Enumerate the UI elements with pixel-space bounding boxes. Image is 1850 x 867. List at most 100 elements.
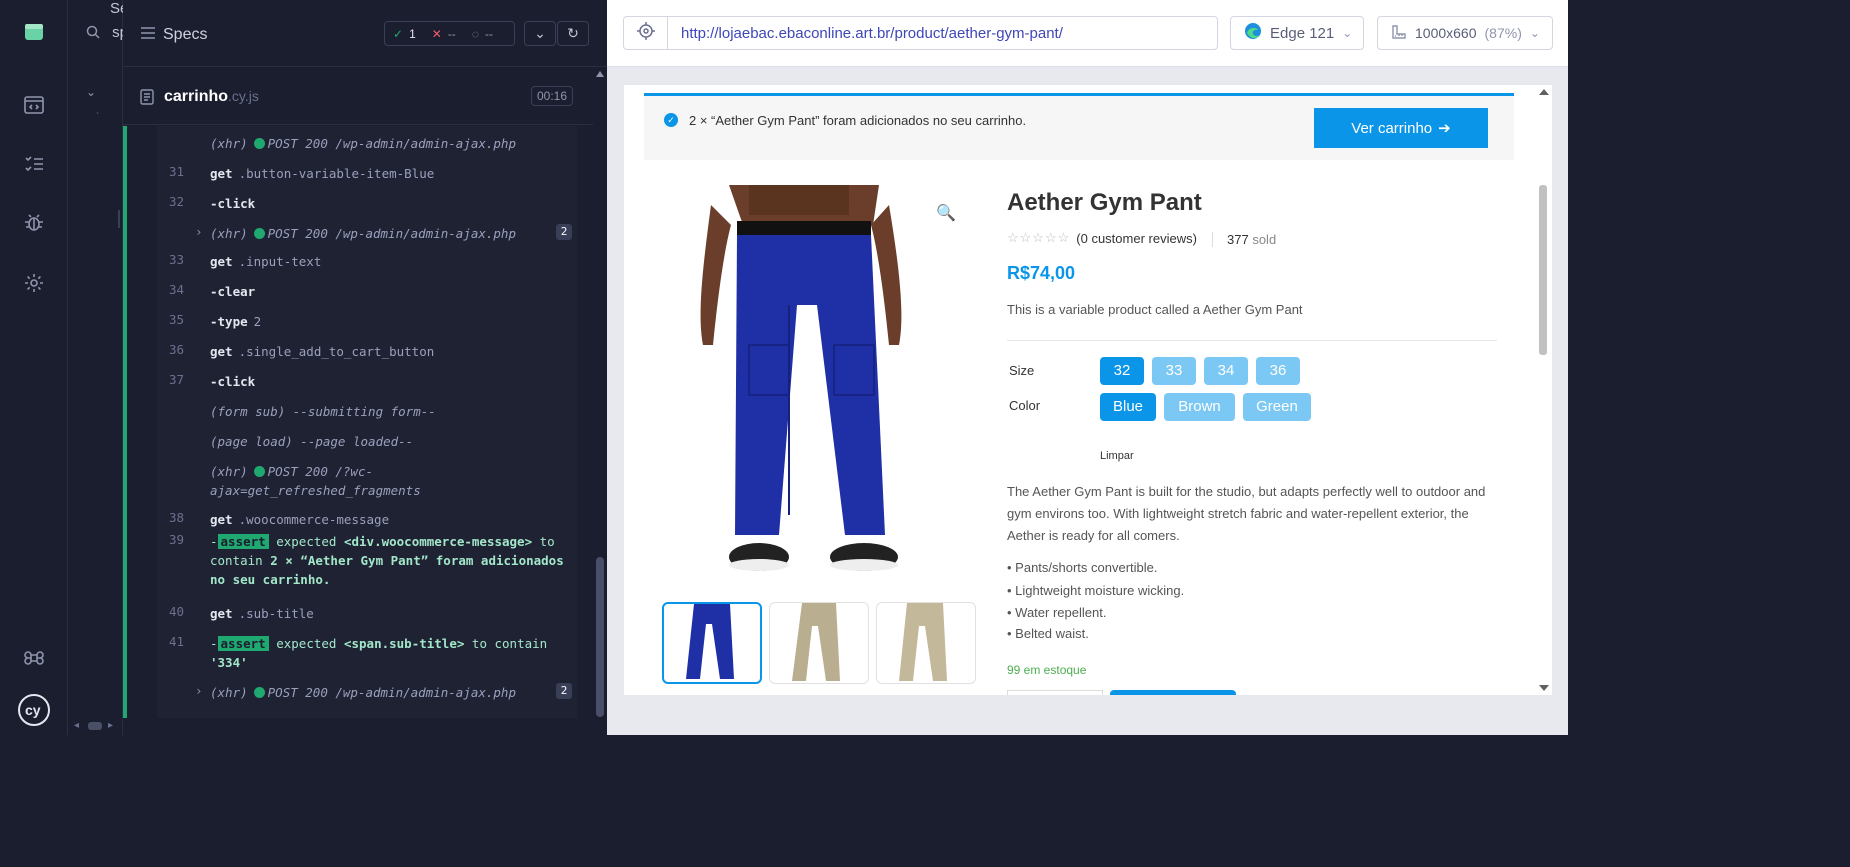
chevron-down-button[interactable]: ⌄ <box>524 21 556 46</box>
left-arrow-icon[interactable]: ◂ <box>74 720 79 731</box>
color-swatch-blue[interactable]: Blue <box>1100 393 1156 421</box>
assert-element: <div.woocommerce-message> <box>343 534 533 549</box>
command-name: get <box>210 254 233 269</box>
command-body: get .single_add_to_cart_button <box>210 342 570 361</box>
spec-file-name: carrinho.cy.js <box>164 88 259 105</box>
aut-scrollbar[interactable] <box>1535 85 1552 695</box>
viewport-size: 1000x660 <box>1415 25 1477 41</box>
zoom-magnifier-icon[interactable]: 🔍 <box>936 203 956 223</box>
color-swatch-brown[interactable]: Brown <box>1164 393 1235 421</box>
size-swatch-34[interactable]: 34 <box>1204 357 1248 385</box>
assert-to: to <box>539 534 555 549</box>
add-to-cart-button[interactable] <box>1110 690 1236 695</box>
aut-scroll-thumb[interactable] <box>1539 185 1547 355</box>
command-log-panel: Specs ✓ 1 ✕ -- ◌ -- ⌄ ↻ carrinho.cy.js 00:1… <box>123 0 607 735</box>
keyboard-shortcuts-icon[interactable] <box>18 642 50 674</box>
command-name: -click <box>210 374 256 389</box>
xhr-request: POST 200 /wp-admin/admin-ajax.php <box>267 136 516 151</box>
expand-chevron-icon[interactable]: › <box>195 224 203 239</box>
url-bar[interactable]: http://lojaebac.ebaconline.art.br/produc… <box>623 16 1218 50</box>
specs-nav-icon[interactable] <box>18 89 50 121</box>
assert-expected: expected <box>276 636 337 651</box>
assert-dash: - <box>210 636 218 651</box>
scroll-up-icon[interactable] <box>596 71 604 77</box>
command-body: (form sub) --submitting form-- <box>210 402 570 421</box>
app-under-test-area: http://lojaebac.ebaconline.art.br/produc… <box>607 0 1568 735</box>
command-body: -click <box>210 372 570 391</box>
command-number: 40 <box>169 604 185 619</box>
specs-toggle[interactable]: Specs <box>141 26 207 44</box>
scroll-up-arrow-icon[interactable] <box>1539 89 1549 95</box>
expand-chevron-icon[interactable]: › <box>195 683 203 698</box>
failed-count: ✕ -- <box>431 26 456 41</box>
status-dot-icon <box>253 138 265 149</box>
right-arrow-icon[interactable]: ▸ <box>108 720 113 731</box>
debug-bug-icon[interactable] <box>18 207 50 239</box>
expand-chevron-icon[interactable]: ⌄ <box>86 85 96 99</box>
cypress-cy-logo-icon[interactable]: cy <box>17 693 51 727</box>
command-name: -clear <box>210 284 256 299</box>
cypress-app-logo-icon[interactable] <box>18 16 50 48</box>
thumbnail-khaki-1[interactable] <box>769 602 869 684</box>
color-swatch-green[interactable]: Green <box>1243 393 1311 421</box>
size-swatch-36[interactable]: 36 <box>1256 357 1300 385</box>
url-text[interactable]: http://lojaebac.ebaconline.art.br/produc… <box>668 25 1063 42</box>
command-number: 39 <box>169 532 185 547</box>
command-body: -click <box>210 194 570 213</box>
command-number: 35 <box>169 312 185 327</box>
runs-nav-icon[interactable] <box>18 148 50 180</box>
spec-file-row: carrinho.cy.js 00:16 <box>123 67 593 125</box>
quantity-input[interactable] <box>1007 690 1103 695</box>
command-number: 31 <box>169 164 185 179</box>
bottom-resize-controls[interactable]: ◂ ▸ <box>68 718 123 735</box>
reviews-link[interactable]: (0 customer reviews) <box>1076 231 1197 246</box>
command-name: -click <box>210 196 256 211</box>
command-name: -type <box>210 314 248 329</box>
check-circle-icon: ✓ <box>664 113 678 127</box>
reporter-header: Specs ✓ 1 ✕ -- ◌ -- ⌄ ↻ <box>123 0 607 67</box>
product-rating: ☆☆☆☆☆ (0 customer reviews) <box>1007 230 1197 246</box>
thumbnail-khaki-2[interactable] <box>876 602 976 684</box>
clear-variations-link[interactable]: Limpar <box>1100 450 1134 462</box>
assert-value: 2 × “Aether Gym Pant” foram adicionados <box>270 553 564 568</box>
product-main-image[interactable] <box>659 185 977 583</box>
size-swatch-33[interactable]: 33 <box>1152 357 1196 385</box>
command-body: get .button-variable-item-Blue <box>210 164 570 183</box>
scroll-down-arrow-icon[interactable] <box>1539 685 1549 691</box>
aut-topbar: http://lojaebac.ebaconline.art.br/produc… <box>607 0 1568 67</box>
command-name: get <box>210 606 233 621</box>
command-name: get <box>210 166 233 181</box>
command-body: -clear <box>210 282 570 301</box>
refresh-icon: ↻ <box>567 25 579 41</box>
viewport-zoom: (87%) <box>1484 25 1522 41</box>
assert-value: '334' <box>210 655 248 670</box>
search-icon <box>86 25 100 43</box>
xhr-label: (xhr) <box>210 464 248 479</box>
command-body: get .sub-title <box>210 604 570 623</box>
xhr-label: (xhr) <box>210 226 248 241</box>
viewport-info[interactable]: 1000x660 (87%) ⌄ <box>1377 16 1553 50</box>
handle-icon[interactable] <box>88 722 102 730</box>
rerun-button[interactable]: ↻ <box>557 21 589 46</box>
command-body: (xhr) POST 200 /wp-admin/admin-ajax.php <box>210 683 570 702</box>
star-rating-icon: ☆☆☆☆☆ <box>1007 230 1071 245</box>
size-label: Size <box>1009 363 1035 378</box>
view-cart-button[interactable]: Ver carrinho ➔ <box>1314 108 1488 148</box>
command-body: - assert expected <span.sub-title> to con… <box>210 634 570 672</box>
thumbnail-blue[interactable] <box>662 602 762 684</box>
settings-gear-icon[interactable] <box>18 267 50 299</box>
event-text: (form sub) --submitting form-- <box>210 404 436 419</box>
reporter-scrollbar[interactable] <box>593 67 607 718</box>
command-body: (xhr) POST 200 /?wc-ajax=get_refreshed_fr… <box>210 462 570 500</box>
ruler-icon <box>1391 24 1407 43</box>
specs-label: Specs <box>163 26 208 43</box>
browser-selector[interactable]: Edge 121 ⌄ <box>1230 16 1364 50</box>
reporter-scroll-thumb[interactable] <box>596 557 604 717</box>
selector-playground-button[interactable] <box>624 17 668 49</box>
command-number: 32 <box>169 194 185 209</box>
drag-handle[interactable] <box>118 210 120 228</box>
command-arg: 2 <box>253 314 262 329</box>
size-swatch-32[interactable]: 32 <box>1100 357 1144 385</box>
aut-iframe: ✓ 2 × “Aether Gym Pant” foram adicionado… <box>624 85 1552 695</box>
x-icon: ✕ <box>431 26 442 41</box>
